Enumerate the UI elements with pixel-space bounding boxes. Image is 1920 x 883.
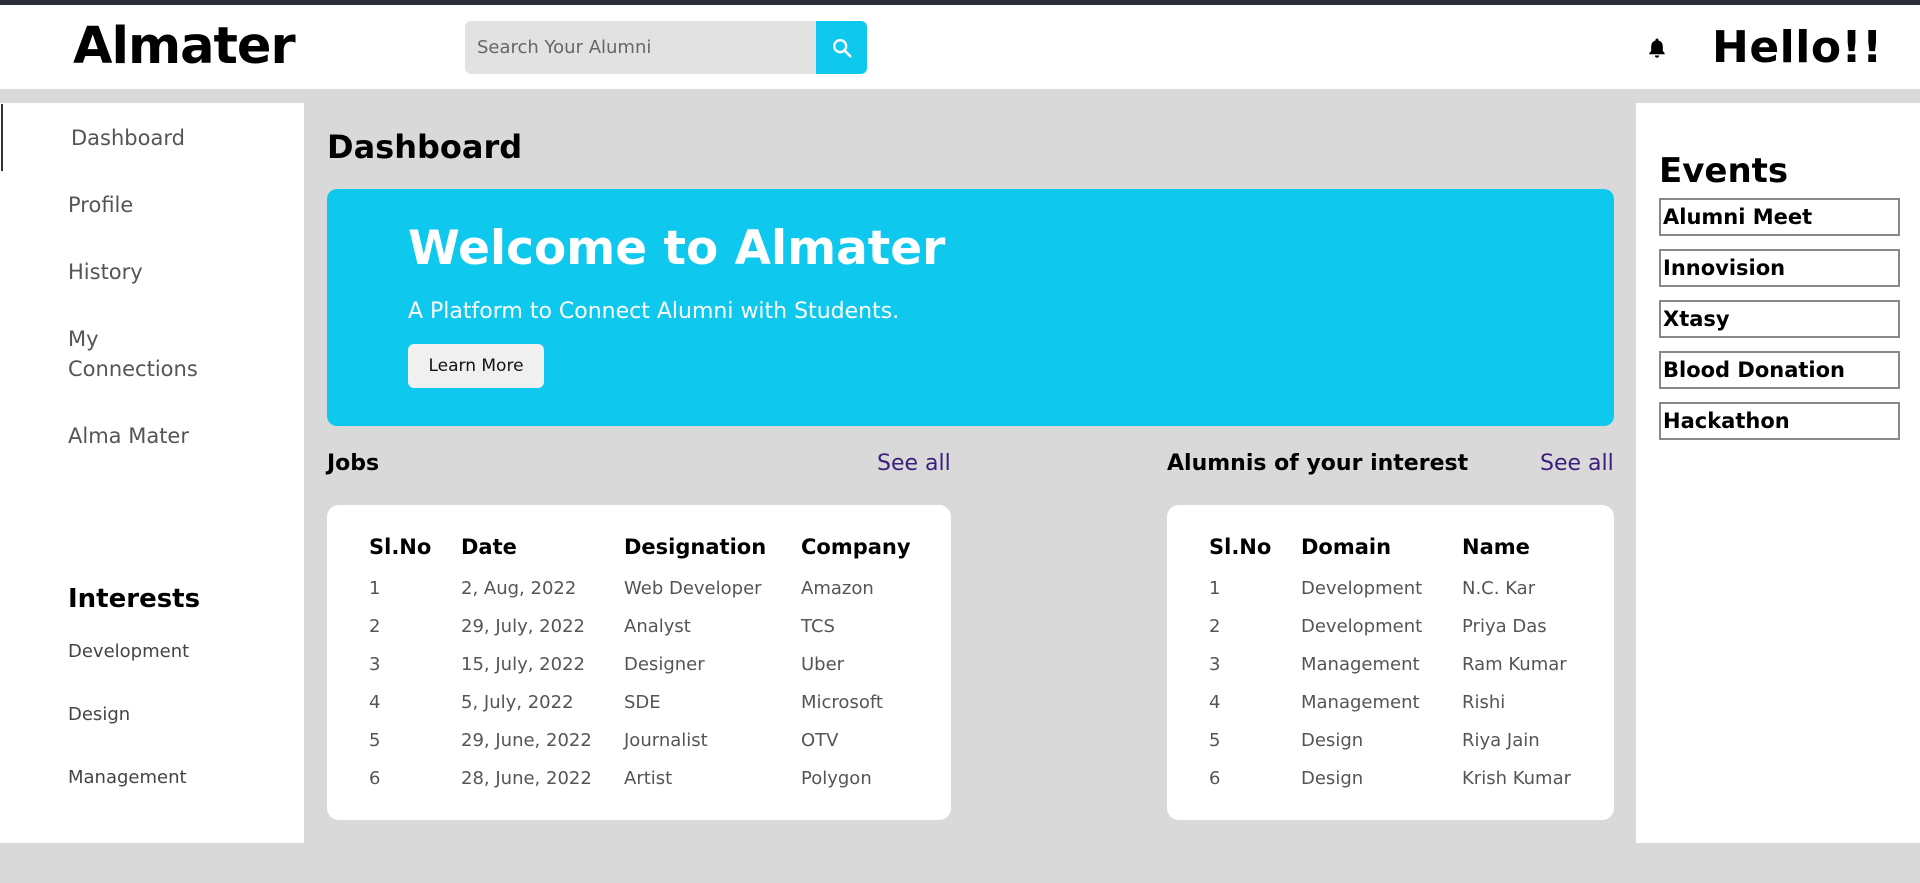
jobs-table-cell: 6 xyxy=(369,768,381,789)
alumni-table-cell: 2 xyxy=(1209,616,1221,637)
alumni-table-cell: Management xyxy=(1301,654,1420,675)
events-panel: Events Alumni Meet Innovision Xtasy Bloo… xyxy=(1636,103,1920,843)
alumni-table-cell: Development xyxy=(1301,578,1423,599)
alumni-table-cell: 4 xyxy=(1209,692,1221,713)
active-indicator xyxy=(1,104,3,171)
banner-subtitle: A Platform to Connect Alumni with Studen… xyxy=(408,299,900,324)
alumni-table-cell: Priya Das xyxy=(1462,616,1547,637)
event-innovision[interactable]: Innovision xyxy=(1659,249,1900,287)
logo[interactable]: Almater xyxy=(73,17,296,76)
jobs-header-company: Company xyxy=(801,535,911,559)
jobs-table-cell: 3 xyxy=(369,654,381,675)
welcome-banner: Welcome to Almater A Platform to Connect… xyxy=(327,189,1614,426)
event-xtasy[interactable]: Xtasy xyxy=(1659,300,1900,338)
sidebar-item-my-connections[interactable]: My Connections xyxy=(68,324,218,384)
alumni-table-cell: N.C. Kar xyxy=(1462,578,1536,599)
jobs-table-cell: SDE xyxy=(624,692,661,713)
jobs-table-cell: TCS xyxy=(801,616,835,637)
jobs-see-all-link[interactable]: See all xyxy=(877,451,951,476)
event-blood-donation[interactable]: Blood Donation xyxy=(1659,351,1900,389)
jobs-table-cell: 1 xyxy=(369,578,381,599)
alumni-table-cell: 3 xyxy=(1209,654,1221,675)
banner-title: Welcome to Almater xyxy=(408,221,946,276)
events-title: Events xyxy=(1659,151,1789,191)
page-title: Dashboard xyxy=(327,128,523,166)
notifications-button[interactable] xyxy=(1645,35,1669,61)
learn-more-button[interactable]: Learn More xyxy=(408,344,544,388)
jobs-table-cell: Artist xyxy=(624,768,673,789)
jobs-table: Sl.No Date Designation Company 1 2, Aug, … xyxy=(327,505,951,820)
jobs-table-cell: Analyst xyxy=(624,616,691,637)
alumni-table-cell: 5 xyxy=(1209,730,1221,751)
jobs-table-cell: Polygon xyxy=(801,768,872,789)
interests-title: Interests xyxy=(68,584,201,614)
alumni-table-cell: Design xyxy=(1301,730,1364,751)
jobs-table-cell: Journalist xyxy=(624,730,708,751)
jobs-table-cell: 2, Aug, 2022 xyxy=(461,578,577,599)
alumni-header-domain: Domain xyxy=(1301,535,1392,559)
alumni-see-all-link[interactable]: See all xyxy=(1540,451,1614,476)
alumni-table-cell: Design xyxy=(1301,768,1364,789)
search-icon xyxy=(832,38,852,58)
alumni-table-cell: 1 xyxy=(1209,578,1221,599)
jobs-table-cell: Designer xyxy=(624,654,705,675)
jobs-table-cell: Amazon xyxy=(801,578,874,599)
alumni-table-cell: Riya Jain xyxy=(1462,730,1540,751)
sidebar-item-history[interactable]: History xyxy=(68,257,143,287)
sidebar-item-dashboard[interactable]: Dashboard xyxy=(71,123,185,153)
jobs-table-cell: Microsoft xyxy=(801,692,883,713)
alumni-header-name: Name xyxy=(1462,535,1530,559)
alumni-table-cell: Ram Kumar xyxy=(1462,654,1567,675)
alumni-table-cell: Rishi xyxy=(1462,692,1506,713)
alumni-title: Alumnis of your interest xyxy=(1167,451,1469,476)
search-input[interactable] xyxy=(465,21,816,74)
jobs-table-cell: 29, June, 2022 xyxy=(461,730,592,751)
greeting: Hello!! xyxy=(1712,22,1883,73)
interest-management[interactable]: Management xyxy=(68,767,187,788)
jobs-table-cell: Web Developer xyxy=(624,578,762,599)
search-button[interactable] xyxy=(816,21,867,74)
jobs-table-cell: 5, July, 2022 xyxy=(461,692,574,713)
alumni-table-cell: 6 xyxy=(1209,768,1221,789)
alumni-header-slno: Sl.No xyxy=(1209,535,1272,559)
interest-development[interactable]: Development xyxy=(68,641,189,662)
interest-design[interactable]: Design xyxy=(68,704,130,725)
jobs-table-cell: 28, June, 2022 xyxy=(461,768,592,789)
jobs-header-date: Date xyxy=(461,535,517,559)
bell-icon xyxy=(1649,38,1665,58)
header: Almater Hello!! xyxy=(0,5,1920,89)
event-hackathon[interactable]: Hackathon xyxy=(1659,402,1900,440)
jobs-table-cell: Uber xyxy=(801,654,845,675)
alumni-table: Sl.No Domain Name 1 Development N.C. Kar 2 D… xyxy=(1167,505,1614,820)
jobs-table-cell: 15, July, 2022 xyxy=(461,654,585,675)
jobs-header-designation: Designation xyxy=(624,535,767,559)
sidebar: Dashboard Profile History My Connections… xyxy=(0,103,304,843)
jobs-table-cell: 2 xyxy=(369,616,381,637)
event-alumni-meet[interactable]: Alumni Meet xyxy=(1659,198,1900,236)
jobs-header-slno: Sl.No xyxy=(369,535,432,559)
alumni-table-cell: Management xyxy=(1301,692,1420,713)
jobs-table-cell: 5 xyxy=(369,730,381,751)
sidebar-item-alma-mater[interactable]: Alma Mater xyxy=(68,421,189,451)
alumni-table-cell: Krish Kumar xyxy=(1462,768,1571,789)
search-bar xyxy=(465,21,867,74)
jobs-table-cell: 29, July, 2022 xyxy=(461,616,585,637)
sidebar-item-profile[interactable]: Profile xyxy=(68,190,133,220)
jobs-table-cell: 4 xyxy=(369,692,381,713)
jobs-table-cell: OTV xyxy=(801,730,839,751)
jobs-title: Jobs xyxy=(327,451,380,476)
alumni-table-cell: Development xyxy=(1301,616,1423,637)
